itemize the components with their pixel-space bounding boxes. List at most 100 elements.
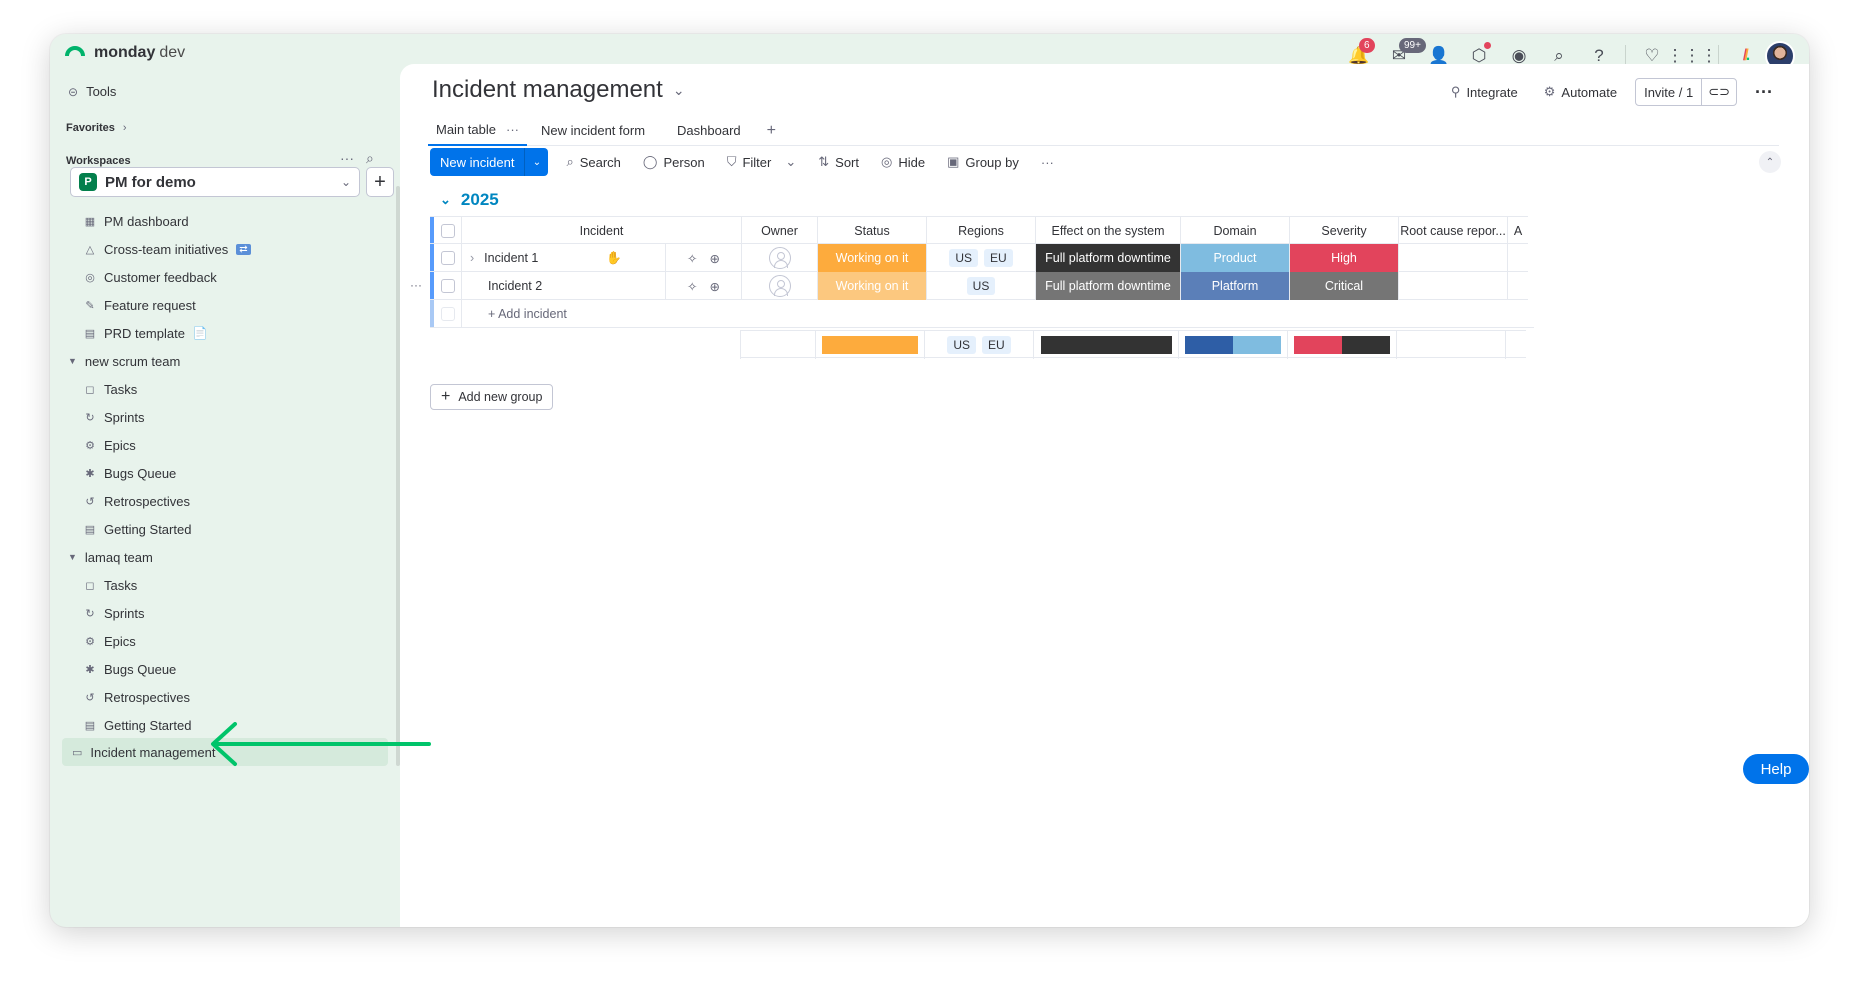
regions-cell[interactable]: US	[927, 272, 1036, 300]
sidebar-tools[interactable]: ⊝ Tools	[68, 84, 116, 99]
sidebar-item-tasks[interactable]: ◻ Tasks	[84, 378, 137, 400]
sidebar-item-tasks[interactable]: ◻ Tasks	[84, 574, 137, 596]
tab-options-icon[interactable]: ···	[506, 122, 519, 137]
row-checkbox-cell[interactable]	[434, 244, 462, 272]
sidebar-item-sprints[interactable]: ↻ Sprints	[84, 602, 144, 624]
add-update-icon[interactable]: ⊕	[710, 279, 720, 294]
tab-dashboard[interactable]: Dashboard	[669, 116, 749, 146]
add-view-icon[interactable]: +	[759, 116, 784, 146]
sidebar-item-getting-started[interactable]: ▤ Getting Started	[84, 518, 192, 540]
workspace-search-icon[interactable]: ⌕	[366, 150, 374, 167]
column-header-owner[interactable]: Owner	[742, 217, 818, 245]
summary-domain[interactable]	[1179, 331, 1288, 359]
workspace-more-icon[interactable]: ···	[340, 150, 354, 166]
sidebar-item-epics[interactable]: ⚙ Epics	[84, 434, 136, 456]
sort-button[interactable]: ⇅ Sort	[814, 154, 863, 170]
filter-button[interactable]: ⛉ Filter ⌄	[723, 154, 801, 170]
invite-button[interactable]: Invite / 1 ⊂⊃	[1635, 78, 1738, 106]
link-icon[interactable]: ⊂⊃	[1701, 79, 1736, 105]
tools-label: Tools	[86, 84, 117, 99]
domain-cell[interactable]: Product	[1181, 244, 1290, 272]
status-cell[interactable]: Working on it	[818, 272, 927, 300]
effect-cell[interactable]: Full platform downtime	[1036, 244, 1181, 272]
summary-severity[interactable]	[1288, 331, 1397, 359]
sidebar-item-bugs-queue[interactable]: ✱ Bugs Queue	[84, 658, 176, 680]
person-filter-button[interactable]: ◯ Person	[639, 154, 709, 170]
summary-effect[interactable]	[1034, 331, 1179, 359]
sidebar-item-sprints[interactable]: ↻ Sprints	[84, 406, 144, 428]
column-header-incident[interactable]: Incident	[462, 217, 742, 245]
chevron-down-icon[interactable]: ⌄	[524, 148, 548, 176]
domain-cell[interactable]: Platform	[1181, 272, 1290, 300]
item-name-cell[interactable]: Incident 2	[462, 272, 666, 300]
extra-cell[interactable]	[1508, 244, 1528, 272]
more-toolbar-icon[interactable]: ···	[1037, 155, 1058, 170]
add-new-group-button[interactable]: + Add new group	[430, 384, 554, 410]
owner-cell[interactable]	[742, 244, 818, 272]
add-update-icon[interactable]: ⊕	[710, 251, 720, 266]
tab-main-table[interactable]: Main table ···	[428, 116, 527, 146]
workspace-selector[interactable]: P PM for demo ⌄	[70, 167, 360, 197]
favorites-header[interactable]: Favorites ›	[66, 122, 127, 134]
help-button[interactable]: Help	[1743, 754, 1809, 784]
column-header-effect[interactable]: Effect on the system	[1036, 217, 1181, 245]
row-more-icon[interactable]: ···	[410, 278, 422, 292]
column-header-status[interactable]: Status	[818, 217, 927, 245]
sidebar-item-customer-feedback[interactable]: ◎ Customer feedback	[84, 266, 217, 288]
group-header[interactable]: ⌄ 2025	[440, 190, 499, 210]
row-checkbox[interactable]	[440, 279, 455, 293]
ai-sparkle-icon[interactable]: ✧	[687, 251, 697, 266]
column-header-root-cause[interactable]: Root cause repor...	[1399, 217, 1508, 245]
search-button[interactable]: ⌕ Search	[562, 154, 624, 170]
select-all-checkbox-cell[interactable]	[434, 217, 462, 245]
board-title[interactable]: Incident management ⌄	[432, 76, 685, 104]
sidebar-folder-lamaq-team[interactable]: ▼ lamaq team	[68, 546, 153, 568]
folder-label: lamaq team	[84, 549, 153, 565]
summary-regions[interactable]: US EU	[925, 331, 1034, 359]
select-all-checkbox[interactable]	[440, 224, 455, 238]
row-checkbox[interactable]	[440, 251, 455, 265]
hide-button[interactable]: ◎ Hide	[877, 154, 929, 170]
tab-new-incident-form[interactable]: New incident form	[533, 116, 653, 146]
sidebar-folder-new-scrum-team[interactable]: ▼ new scrum team	[68, 350, 180, 372]
column-header-severity[interactable]: Severity	[1290, 217, 1399, 245]
row-checkbox-cell[interactable]	[434, 272, 462, 300]
severity-cell[interactable]: High	[1290, 244, 1399, 272]
more-options-icon[interactable]: ···	[1755, 82, 1773, 103]
app-logo[interactable]: monday dev	[64, 44, 185, 62]
new-incident-button[interactable]: New incident ⌄	[430, 148, 549, 176]
automate-button[interactable]: ⚙ Automate	[1536, 80, 1625, 104]
sidebar-item-pm-dashboard[interactable]: ▦ PM dashboard	[84, 210, 189, 232]
sidebar-item-retrospectives[interactable]: ↺ Retrospectives	[84, 686, 190, 708]
sidebar-item-feature-request[interactable]: ✎ Feature request	[84, 294, 195, 316]
column-header-extra[interactable]: A	[1508, 217, 1528, 245]
sidebar-item-epics[interactable]: ⚙ Epics	[84, 630, 136, 652]
sidebar-item-getting-started[interactable]: ▤ Getting Started	[84, 714, 192, 736]
integrate-button[interactable]: ⚲ Integrate	[1443, 80, 1526, 104]
add-incident-input[interactable]: + Add incident	[462, 300, 1534, 328]
table-row[interactable]: › Incident 1 ✋ ✧ ⊕ Working on it US EU Full …	[430, 244, 1528, 272]
root-cause-cell[interactable]	[1399, 244, 1508, 272]
table-row[interactable]: Incident 2 ✧ ⊕ Working on it US Full plat…	[430, 272, 1528, 300]
root-cause-cell[interactable]	[1399, 272, 1508, 300]
add-workspace-item-button[interactable]: +	[366, 167, 394, 197]
add-item-row[interactable]: + Add incident	[430, 300, 1534, 328]
sidebar-item-prd-template[interactable]: ▤ PRD template 📄	[84, 322, 208, 344]
ai-sparkle-icon[interactable]: ✧	[687, 279, 697, 294]
regions-cell[interactable]: US EU	[927, 244, 1036, 272]
item-name-cell[interactable]: › Incident 1 ✋	[462, 244, 666, 272]
expand-chevron-icon[interactable]: ›	[470, 251, 474, 265]
summary-status[interactable]	[816, 331, 925, 359]
severity-cell[interactable]: Critical	[1290, 272, 1399, 300]
sidebar-item-bugs-queue[interactable]: ✱ Bugs Queue	[84, 462, 176, 484]
group-by-button[interactable]: ▣ Group by	[943, 154, 1023, 170]
sidebar-item-retrospectives[interactable]: ↺ Retrospectives	[84, 490, 190, 512]
collapse-header-icon[interactable]: ⌃	[1759, 151, 1781, 173]
status-cell[interactable]: Working on it	[818, 244, 927, 272]
owner-cell[interactable]	[742, 272, 818, 300]
effect-cell[interactable]: Full platform downtime	[1036, 272, 1181, 300]
column-header-domain[interactable]: Domain	[1181, 217, 1290, 245]
extra-cell[interactable]	[1508, 272, 1528, 300]
column-header-regions[interactable]: Regions	[927, 217, 1036, 245]
sidebar-item-cross-team[interactable]: △ Cross-team initiatives ⇄	[84, 238, 251, 260]
